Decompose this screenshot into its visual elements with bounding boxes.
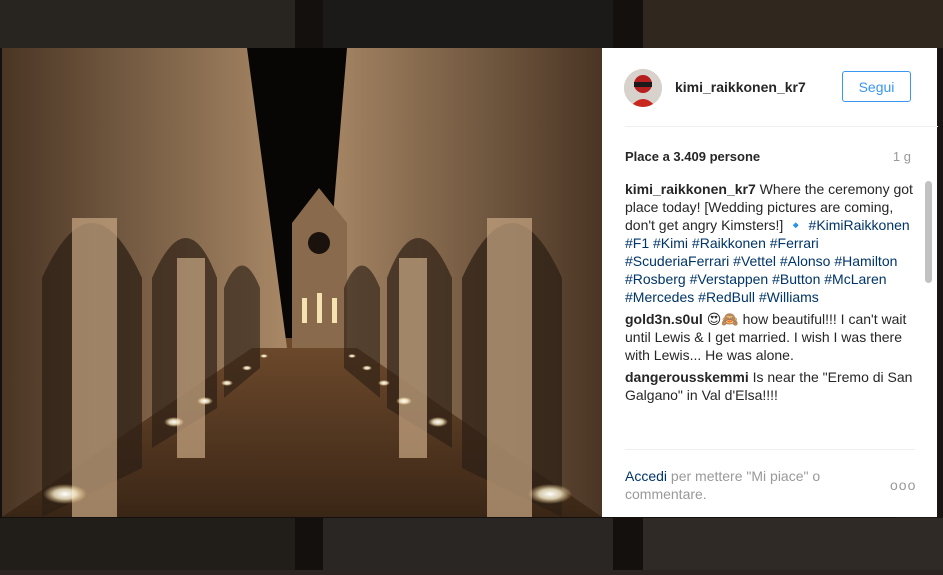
post-timestamp[interactable]: 1 g bbox=[893, 149, 911, 164]
hashtag-link[interactable]: #ScuderiaFerrari bbox=[625, 253, 729, 269]
login-link[interactable]: Accedi bbox=[625, 468, 667, 484]
hashtag-link[interactable]: #Hamilton bbox=[834, 253, 897, 269]
header-divider bbox=[625, 126, 938, 127]
hashtag-link[interactable]: #RedBull bbox=[698, 289, 755, 305]
abbey-photo-illustration bbox=[2, 48, 602, 517]
hashtag-link[interactable]: #Alonso bbox=[780, 253, 831, 269]
list-item: dangerousskemmi Is near the "Eremo di Sa… bbox=[625, 368, 919, 404]
emoji-icon: 😍🙈 bbox=[706, 311, 739, 327]
login-prompt: Accedi per mettere "Mi piace" o commenta… bbox=[625, 467, 865, 503]
hashtag-link[interactable]: #McLaren bbox=[824, 271, 886, 287]
likes-count[interactable]: Place a 3.409 persone bbox=[625, 149, 760, 164]
comments-scrollbar[interactable] bbox=[925, 181, 933, 449]
caption: kimi_raikkonen_kr7 Where the ceremony go… bbox=[625, 180, 919, 306]
hashtag-link[interactable]: #KimiRaikkonen bbox=[809, 217, 910, 233]
more-options-icon[interactable]: ooo bbox=[890, 477, 916, 493]
hashtag-link[interactable]: #Button bbox=[772, 271, 820, 287]
post-username[interactable]: kimi_raikkonen_kr7 bbox=[675, 79, 806, 95]
scrollbar-thumb[interactable] bbox=[925, 181, 932, 283]
footer-divider bbox=[625, 449, 915, 450]
list-item: gold3n.s0ul 😍🙈 how beautiful!!! I can't … bbox=[625, 310, 919, 364]
post-header: kimi_raikkonen_kr7 Segui bbox=[602, 48, 937, 126]
avatar-icon bbox=[624, 69, 662, 107]
hashtag-link[interactable]: #Mercedes bbox=[625, 289, 694, 305]
post-side-panel: kimi_raikkonen_kr7 Segui Place a 3.409 p… bbox=[602, 48, 938, 517]
hashtag-link[interactable]: #F1 bbox=[625, 235, 649, 251]
hashtag-link[interactable]: #Verstappen bbox=[690, 271, 769, 287]
hashtag-link[interactable]: #Williams bbox=[759, 289, 819, 305]
follow-button[interactable]: Segui bbox=[842, 71, 911, 102]
hashtag-link[interactable]: #Kimi bbox=[653, 235, 688, 251]
caption-author[interactable]: kimi_raikkonen_kr7 bbox=[625, 181, 756, 197]
hashtag-link[interactable]: #Ferrari bbox=[770, 235, 819, 251]
comment-author[interactable]: dangerousskemmi bbox=[625, 369, 749, 385]
hashtag-link[interactable]: #Vettel bbox=[733, 253, 776, 269]
diamond-icon: 🔹 bbox=[787, 217, 805, 233]
hashtag-link[interactable]: #Rosberg bbox=[625, 271, 686, 287]
avatar[interactable] bbox=[624, 69, 662, 107]
post-photo bbox=[2, 48, 602, 517]
comment-author[interactable]: gold3n.s0ul bbox=[625, 311, 703, 327]
comments-list: kimi_raikkonen_kr7 Where the ceremony go… bbox=[625, 180, 919, 448]
hashtag-link[interactable]: #Raikkonen bbox=[692, 235, 766, 251]
